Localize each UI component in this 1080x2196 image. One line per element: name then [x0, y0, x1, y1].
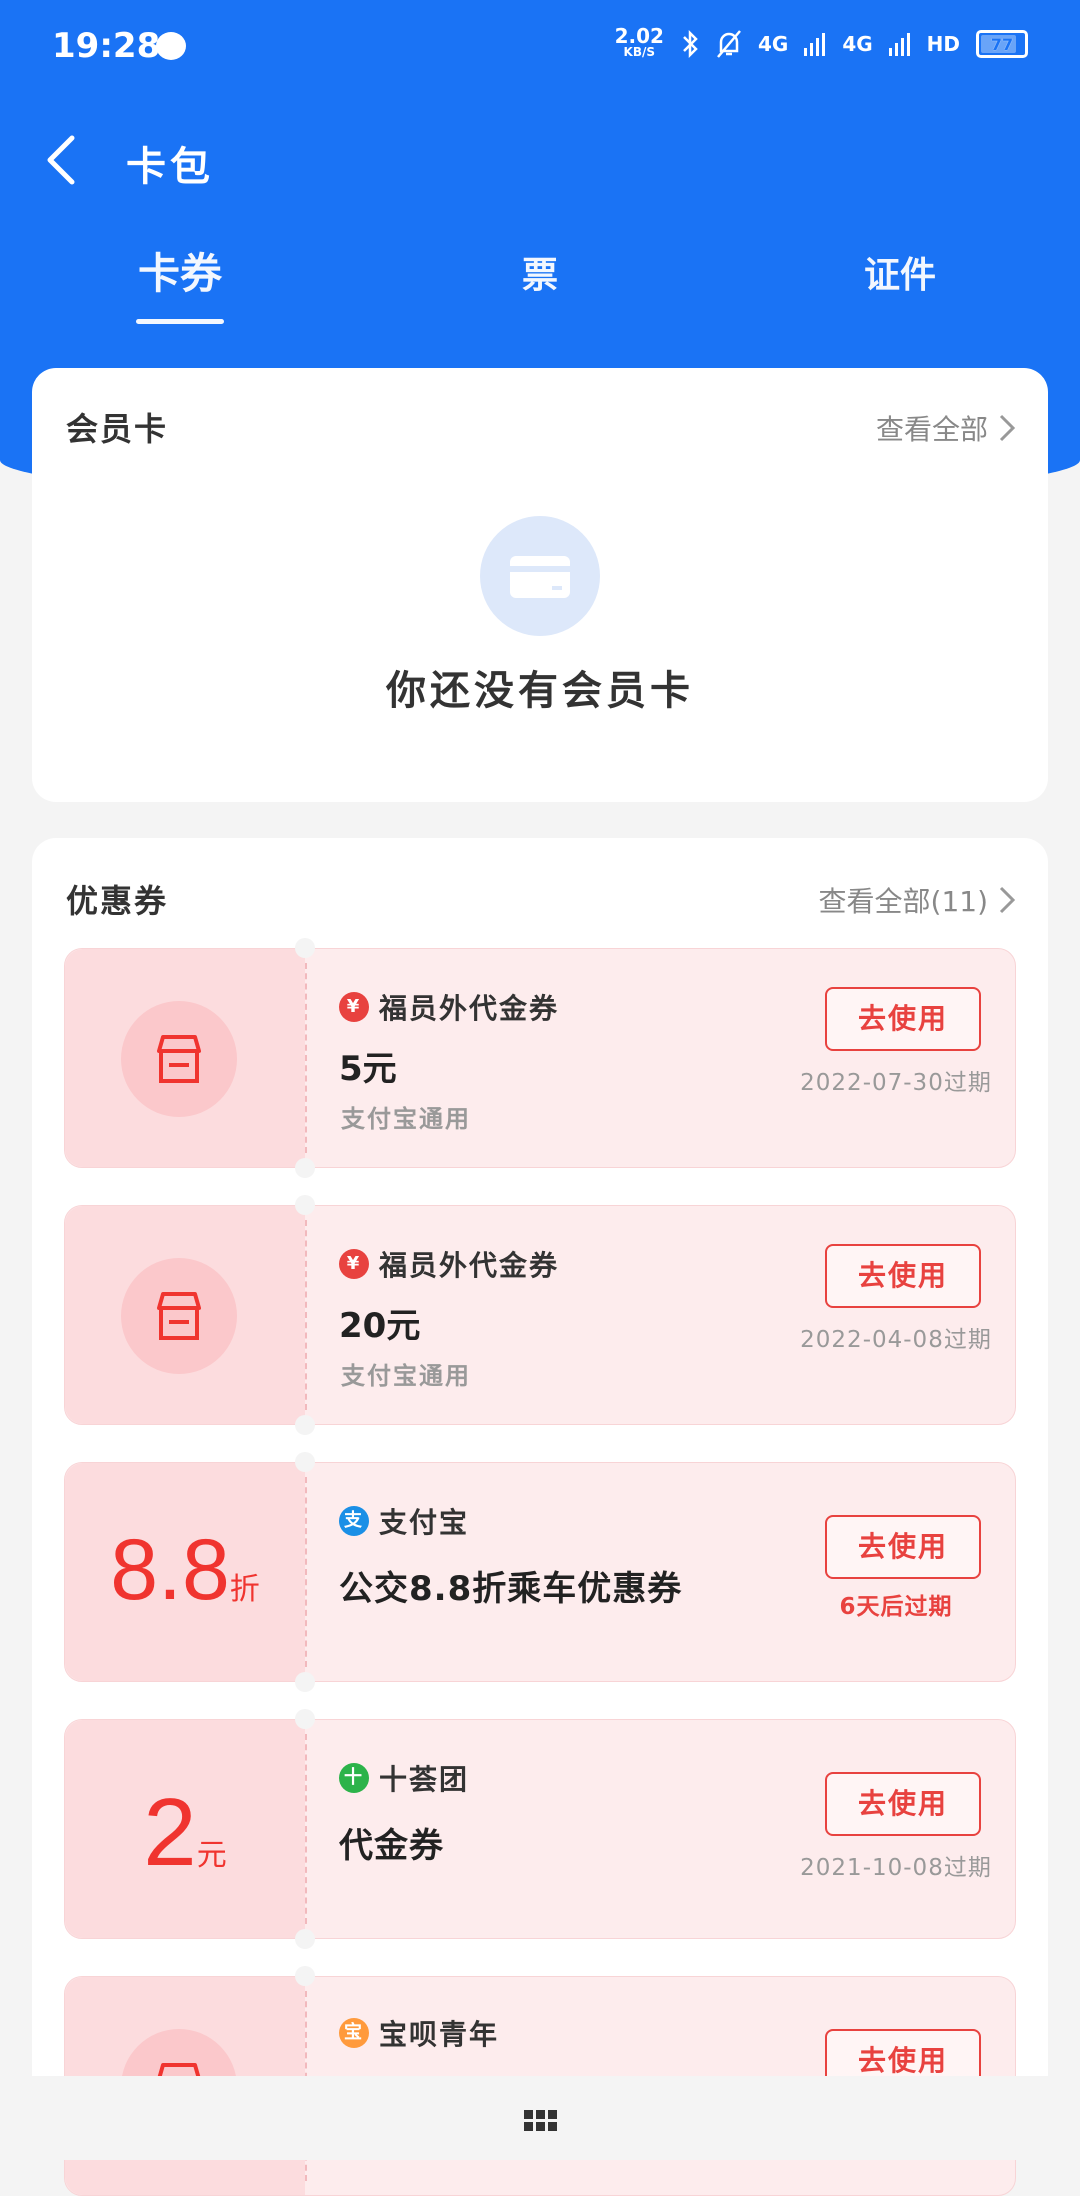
signal-icon: 4G: [757, 32, 789, 56]
coupons-title: 优惠券: [66, 882, 169, 920]
tab-underline: [136, 319, 224, 324]
tab-tickets[interactable]: 票: [420, 246, 660, 298]
store-icon: [121, 1258, 237, 1374]
coupons-view-all[interactable]: 查看全部(11): [819, 880, 1018, 920]
empty-membership-text: 你还没有会员卡: [386, 668, 694, 714]
membership-card-section: 会员卡 查看全部 你还没有会员卡: [32, 368, 1048, 802]
back-arrow-icon[interactable]: [42, 132, 82, 188]
chat-bubble-icon: [156, 32, 186, 60]
battery-icon: 77: [976, 30, 1028, 58]
use-coupon-button[interactable]: 去使用: [825, 987, 981, 1051]
membership-view-all[interactable]: 查看全部: [876, 408, 1018, 448]
coupon-item[interactable]: ¥ 福员外代金券 20元 支付宝通用 去使用 2022-04-08过期: [64, 1195, 1016, 1435]
use-coupon-button[interactable]: 去使用: [825, 1244, 981, 1308]
signal-bars-icon: [804, 33, 826, 56]
fuyuanwai-logo-icon: ¥: [339, 992, 369, 1022]
coupon-expiry: 2022-04-08过期: [800, 1327, 992, 1353]
coupon-name: 代金券: [339, 1826, 444, 1866]
coupon-expiry: 2022-07-30过期: [800, 1070, 992, 1096]
status-time: 19:28: [52, 26, 161, 66]
signal-bars-icon-2: [888, 33, 910, 56]
network-speed: 2.02 KB/S: [614, 24, 664, 59]
coupon-item[interactable]: 8.8折 支支付宝 公交8.8折乘车优惠券 去使用 6天后过期: [64, 1452, 1016, 1692]
tab-documents[interactable]: 证件: [780, 246, 1020, 298]
coupon-name: 公交8.8折乘车优惠券: [339, 1569, 683, 1609]
chevron-right-icon: [999, 414, 1016, 442]
coupon-expiry: 6天后过期: [839, 1594, 953, 1620]
app-grid-icon[interactable]: [524, 2110, 558, 2132]
coupon-item[interactable]: ¥ 福员外代金券 5元 支付宝通用 去使用 2022-07-30过期: [64, 938, 1016, 1178]
bluetooth-icon: [683, 29, 698, 59]
coupon-subtitle: 支付宝通用: [341, 1105, 471, 1133]
coupon-expiry: 2021-10-08过期: [800, 1855, 992, 1881]
discount-value: 2元: [143, 1779, 227, 1886]
signal-icon-2: 4G: [842, 32, 873, 56]
bottom-nav-bar: [0, 2076, 1080, 2160]
hd-label: HD: [926, 32, 960, 56]
store-icon: [121, 1001, 237, 1117]
status-bar: 19:28 2.02 KB/S 4G 4G HD 77: [0, 0, 1080, 96]
discount-value: 8.8折: [110, 1522, 260, 1618]
membership-title: 会员卡: [66, 410, 169, 448]
use-coupon-button[interactable]: 去使用: [825, 1772, 981, 1836]
fuyuanwai-logo-icon: ¥: [339, 1249, 369, 1279]
nav-bar: 卡包: [0, 120, 1080, 200]
use-coupon-button[interactable]: 去使用: [825, 1515, 981, 1579]
coupon-name: 5元: [339, 1049, 397, 1089]
coupon-item[interactable]: 2元 十十荟团 代金券 去使用 2021-10-08过期: [64, 1709, 1016, 1949]
page-title: 卡包: [126, 144, 214, 190]
alipay-logo-icon: 支: [339, 1506, 369, 1536]
tab-bar: 卡券 票 证件: [0, 240, 1080, 330]
coupon-name: 20元: [339, 1306, 421, 1346]
card-placeholder-icon: [480, 516, 600, 636]
chevron-right-icon: [999, 886, 1016, 914]
bell-muted-icon: [717, 30, 741, 58]
tab-coupons[interactable]: 卡券: [60, 240, 300, 324]
shihuituan-logo-icon: 十: [339, 1763, 369, 1793]
coupon-subtitle: 支付宝通用: [341, 1362, 471, 1390]
baobei-logo-icon: 宝: [339, 2018, 369, 2048]
